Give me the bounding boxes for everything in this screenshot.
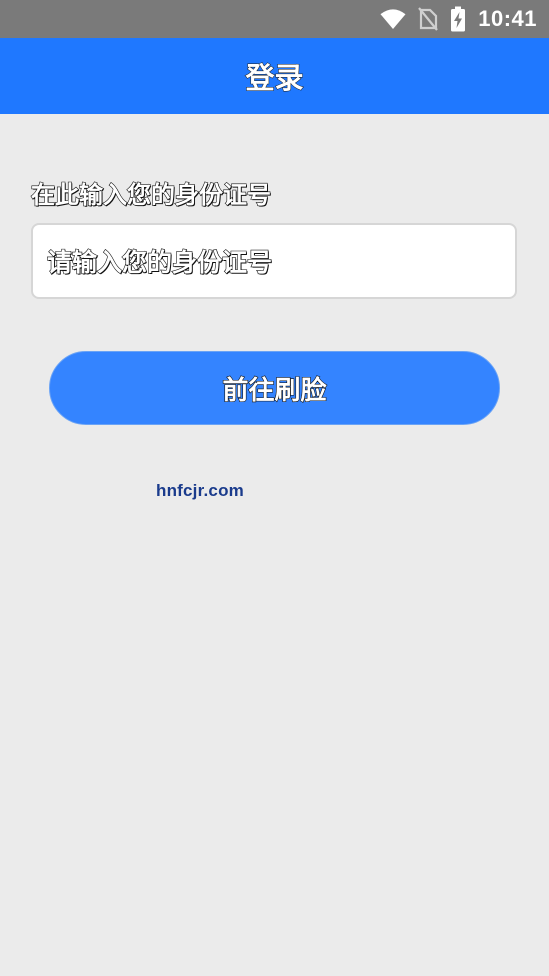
wifi-icon xyxy=(380,9,406,29)
id-number-label: 在此输入您的身份证号 xyxy=(30,180,271,209)
status-time: 10:41 xyxy=(478,6,537,31)
id-number-placeholder: 请输入您的身份证号 xyxy=(46,247,273,277)
go-face-scan-button-label: 前往刷脸 xyxy=(222,375,327,406)
id-number-input[interactable]: 请输入您的身份证号 xyxy=(31,223,517,299)
status-bar: 10:41 xyxy=(0,0,549,38)
battery-charging-icon xyxy=(451,6,466,32)
watermark-text: hnfcjr.com xyxy=(156,481,244,500)
page-title: 登录 xyxy=(245,61,304,96)
no-sim-icon xyxy=(418,7,439,31)
status-icons: 10:41 xyxy=(380,0,537,38)
go-face-scan-button[interactable]: 前往刷脸 xyxy=(49,351,500,425)
app-bar: 登录 xyxy=(0,38,549,114)
